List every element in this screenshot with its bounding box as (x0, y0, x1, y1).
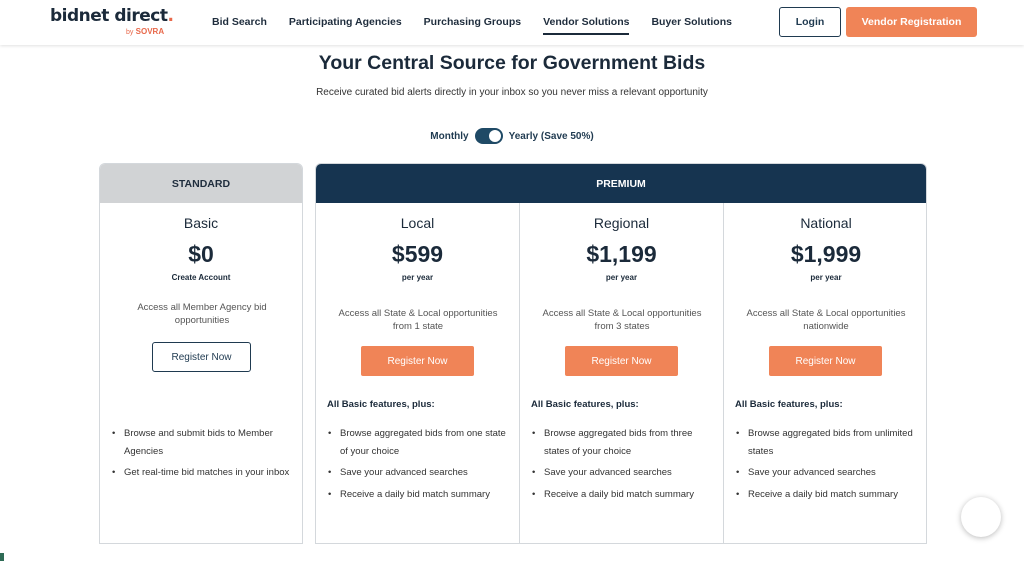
nav-buyer-solutions[interactable]: Buyer Solutions (651, 16, 732, 35)
feature-item: Browse aggregated bids from unlimited st… (736, 425, 918, 460)
page-title: Your Central Source for Government Bids (318, 52, 706, 74)
plan-price: $1,999 (790, 241, 862, 267)
billing-toggle-row: Monthly Yearly (Save 50%) (0, 128, 1024, 144)
plan-description: Access all State & Local opportunities f… (542, 308, 702, 332)
page-subtitle: Receive curated bid alerts directly in y… (316, 87, 708, 98)
standard-plan-card: STANDARD Basic $0 Create Account Access … (99, 163, 303, 544)
plan-name: Basic (183, 215, 219, 231)
standard-header: STANDARD (100, 164, 302, 203)
plan-name: Regional (593, 215, 650, 231)
plan-period: per year (810, 273, 842, 282)
billing-toggle-switch[interactable] (474, 128, 503, 144)
feature-list: Browse aggregated bids from one state of… (328, 425, 510, 507)
plan-period: per year (605, 273, 638, 282)
plan-price: $1,199 (586, 241, 657, 267)
national-register-button[interactable]: Register Now (769, 346, 882, 376)
plan-description: Access all Member Agency bid opportuniti… (137, 302, 267, 326)
feature-list: Browse aggregated bids from three states… (532, 425, 714, 507)
feature-item: Browse aggregated bids from three states… (532, 425, 714, 460)
site-header: bidnet direct. by SOVRA Bid Search Parti… (0, 0, 1024, 45)
feature-item: Browse and submit bids to Member Agencie… (112, 425, 294, 460)
main-nav: Bid Search Participating Agencies Purcha… (212, 16, 754, 35)
logo-by: by (126, 29, 134, 36)
feature-item: Receive a daily bid match summary (532, 486, 714, 504)
nav-participating-agencies[interactable]: Participating Agencies (289, 16, 402, 35)
basic-plan: Basic $0 Create Account Access all Membe… (100, 203, 302, 543)
plus-label: All Basic features, plus: (531, 399, 639, 410)
feature-item: Save your advanced searches (532, 464, 714, 482)
local-register-button[interactable]: Register Now (361, 346, 474, 376)
logo-dot: . (167, 6, 174, 26)
feature-list: Browse and submit bids to Member Agencie… (112, 425, 294, 486)
monthly-label[interactable]: Monthly (430, 131, 468, 142)
plan-name: National (800, 215, 852, 231)
plan-description: Access all State & Local opportunities f… (338, 308, 498, 332)
basic-register-button[interactable]: Register Now (152, 342, 251, 372)
regional-register-button[interactable]: Register Now (565, 346, 678, 376)
nav-bid-search[interactable]: Bid Search (212, 16, 267, 35)
feature-item: Get real-time bid matches in your inbox (112, 464, 294, 482)
feature-item: Save your advanced searches (736, 464, 918, 482)
national-plan: National $1,999 per year Access all Stat… (724, 203, 926, 543)
plan-description: Access all State & Local opportunities n… (746, 308, 906, 332)
premium-plans-card: PREMIUM Local $599 per year Access all S… (315, 163, 927, 544)
login-button[interactable]: Login (779, 7, 841, 37)
yearly-label[interactable]: Yearly (Save 50%) (509, 131, 594, 142)
premium-header: PREMIUM (316, 164, 926, 203)
feature-item: Receive a daily bid match summary (328, 486, 510, 504)
logo-text: bidnet direct (50, 6, 168, 26)
nav-vendor-solutions[interactable]: Vendor Solutions (543, 16, 630, 35)
logo-brand: SOVRA (135, 27, 165, 36)
chat-widget-button[interactable] (961, 497, 1001, 537)
feature-item: Receive a daily bid match summary (736, 486, 918, 504)
plan-price: $0 (188, 241, 214, 267)
bidnet-logo[interactable]: bidnet direct. by SOVRA (50, 6, 174, 36)
feature-list: Browse aggregated bids from unlimited st… (736, 425, 918, 507)
logo-byline: by SOVRA (126, 27, 164, 36)
regional-plan: Regional $1,199 per year Access all Stat… (520, 203, 724, 543)
toggle-knob (488, 130, 501, 142)
plus-label: All Basic features, plus: (735, 399, 843, 410)
feature-item: Save your advanced searches (328, 464, 510, 482)
plan-period: per year (401, 273, 434, 282)
plan-period: Create Account (171, 273, 231, 282)
plan-name: Local (400, 215, 435, 231)
nav-purchasing-groups[interactable]: Purchasing Groups (424, 16, 521, 35)
vendor-registration-button[interactable]: Vendor Registration (846, 7, 977, 37)
plan-price: $599 (391, 241, 444, 267)
plus-label: All Basic features, plus: (327, 399, 435, 410)
feature-item: Browse aggregated bids from one state of… (328, 425, 510, 460)
local-plan: Local $599 per year Access all State & L… (316, 203, 520, 543)
page-corner-accent (0, 553, 4, 561)
